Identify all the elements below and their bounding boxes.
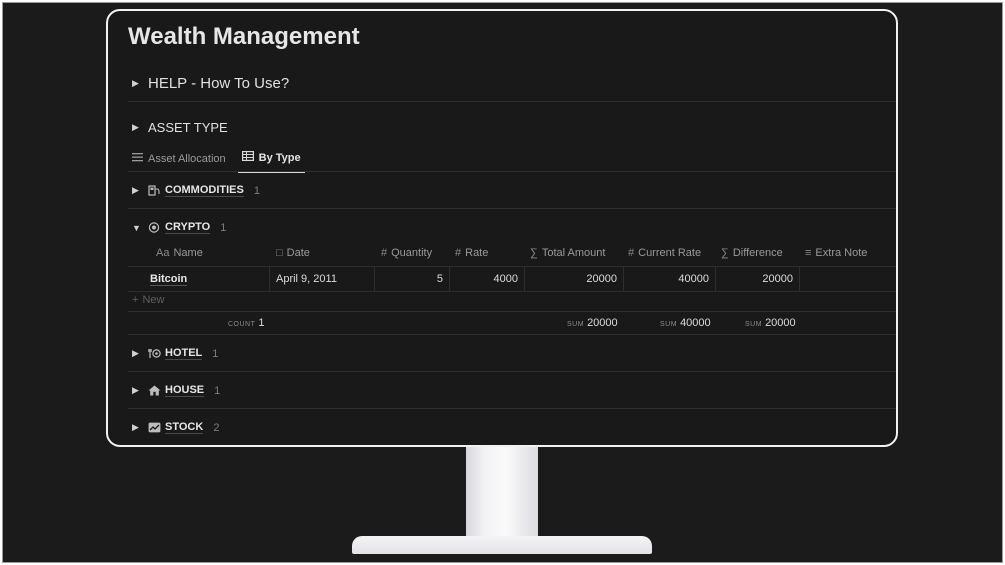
asset-type-label: ASSET TYPE [148, 120, 228, 135]
number-type-icon: # [455, 247, 462, 259]
list-icon [132, 152, 143, 165]
tabs-divider [128, 171, 896, 172]
calc-count[interactable]: COUNT 1 [228, 317, 265, 329]
group-count: 1 [212, 347, 219, 360]
calc-sum-total-amount[interactable]: SUM 20000 [567, 317, 618, 329]
lines-icon: ≡ [805, 247, 812, 259]
monitor-stand-base [352, 536, 652, 554]
cutlery-icon [148, 348, 161, 359]
triangle-right-icon: ▶ [132, 185, 139, 195]
number-type-icon: # [628, 247, 635, 259]
asset-type-toggle[interactable]: ▶ ASSET TYPE [132, 120, 228, 135]
column-header-quantity[interactable]: # Quantity [381, 247, 432, 259]
group-label: HOTEL [165, 347, 203, 360]
help-toggle-label: HELP - How To Use? [148, 75, 290, 92]
column-header-rate[interactable]: # Rate [455, 247, 488, 259]
triangle-down-icon: ▼ [132, 222, 141, 233]
row-name-link[interactable]: Bitcoin [150, 273, 188, 286]
tab-asset-allocation[interactable]: Asset Allocation [132, 152, 230, 172]
group-label: COMMODITIES [165, 184, 244, 197]
group-count: 1 [220, 221, 227, 234]
column-header-difference[interactable]: ∑ Difference [721, 247, 783, 259]
cell-name[interactable]: Bitcoin [150, 267, 270, 291]
cell-extra-note[interactable] [800, 267, 896, 291]
group-stock[interactable]: ▶ STOCK 2 [132, 421, 219, 434]
calc-sum-current-rate[interactable]: SUM 40000 [660, 317, 711, 329]
house-icon [148, 385, 161, 396]
divider [128, 208, 896, 209]
formula-icon: ∑ [530, 247, 538, 259]
group-crypto[interactable]: ▼ CRYPTO 1 [132, 221, 226, 234]
help-toggle[interactable]: ▶ HELP - How To Use? [132, 75, 289, 92]
calc-sum-difference[interactable]: SUM 20000 [745, 317, 796, 329]
cell-quantity[interactable]: 5 [375, 267, 449, 291]
table-row[interactable]: Bitcoin April 9, 2011 5 4000 20000 40000… [128, 266, 896, 292]
column-label: Quantity [391, 247, 433, 259]
number-type-icon: # [381, 247, 388, 259]
calc-label: SUM [567, 321, 585, 328]
column-header-date[interactable]: □ Date [276, 247, 310, 259]
triangle-right-icon: ▶ [132, 422, 139, 432]
triangle-right-icon: ▶ [132, 348, 139, 358]
column-header-extra-note[interactable]: ≡ Extra Note [805, 247, 867, 259]
divider [128, 311, 896, 312]
chart-icon [148, 422, 161, 433]
group-count: 2 [213, 421, 220, 434]
group-label: CRYPTO [165, 221, 211, 234]
column-label: Difference [732, 247, 783, 259]
calc-value: 40000 [680, 317, 711, 329]
column-label: Total Amount [541, 247, 606, 259]
triangle-right-icon: ▶ [132, 385, 139, 395]
table-icon [241, 151, 254, 164]
page-title: Wealth Management [128, 23, 360, 50]
calc-label: SUM [745, 321, 763, 328]
group-label: HOUSE [165, 384, 205, 397]
group-label: STOCK [165, 421, 204, 434]
calc-label: SUM [660, 321, 678, 328]
new-row-label: New [142, 294, 165, 306]
divider [128, 371, 896, 372]
column-header-total-amount[interactable]: ∑ Total Amount [530, 247, 605, 259]
tab-by-type[interactable]: By Type [237, 151, 305, 173]
calc-value: 20000 [587, 317, 618, 329]
coin-icon [148, 222, 161, 233]
tab-label: Asset Allocation [148, 152, 226, 165]
tab-label: By Type [258, 151, 301, 164]
column-header-name[interactable]: Aa Name [156, 247, 203, 259]
group-count: 1 [214, 384, 221, 397]
cell-date[interactable]: April 9, 2011 [276, 267, 374, 291]
cell-rate[interactable]: 4000 [450, 267, 524, 291]
column-label: Rate [465, 247, 489, 259]
triangle-right-icon: ▶ [132, 78, 139, 88]
column-label: Name [173, 247, 203, 259]
cell-current-rate[interactable]: 40000 [624, 267, 715, 291]
divider [128, 408, 896, 409]
divider [128, 334, 896, 335]
formula-icon: ∑ [721, 247, 729, 259]
gas-pump-icon [148, 185, 161, 196]
calc-value: 20000 [765, 317, 796, 329]
column-label: Extra Note [815, 247, 868, 259]
column-divider [269, 267, 270, 291]
view-tabs: Asset Allocation By Type [132, 151, 305, 173]
group-commodities[interactable]: ▶ COMMODITIES 1 [132, 184, 260, 197]
column-label: Current Rate [638, 247, 702, 259]
cell-difference[interactable]: 20000 [716, 267, 799, 291]
triangle-right-icon: ▶ [132, 122, 139, 132]
calc-label: COUNT [228, 321, 256, 328]
calendar-icon: □ [276, 247, 283, 259]
cell-total-amount[interactable]: 20000 [525, 267, 623, 291]
monitor-stand-neck [466, 446, 538, 544]
column-header-current-rate[interactable]: # Current Rate [628, 247, 701, 259]
column-label: Date [286, 247, 310, 259]
new-row-button[interactable]: + New [132, 294, 164, 306]
group-count: 1 [253, 184, 260, 197]
monitor-screen: Wealth Management ▶ HELP - How To Use? ▶… [106, 9, 898, 447]
text-type-icon: Aa [156, 247, 170, 259]
calc-value: 1 [258, 317, 265, 329]
group-hotel[interactable]: ▶ HOTEL 1 [132, 347, 218, 360]
plus-icon: + [132, 294, 139, 306]
group-house[interactable]: ▶ HOUSE 1 [132, 384, 220, 397]
divider [128, 101, 896, 102]
